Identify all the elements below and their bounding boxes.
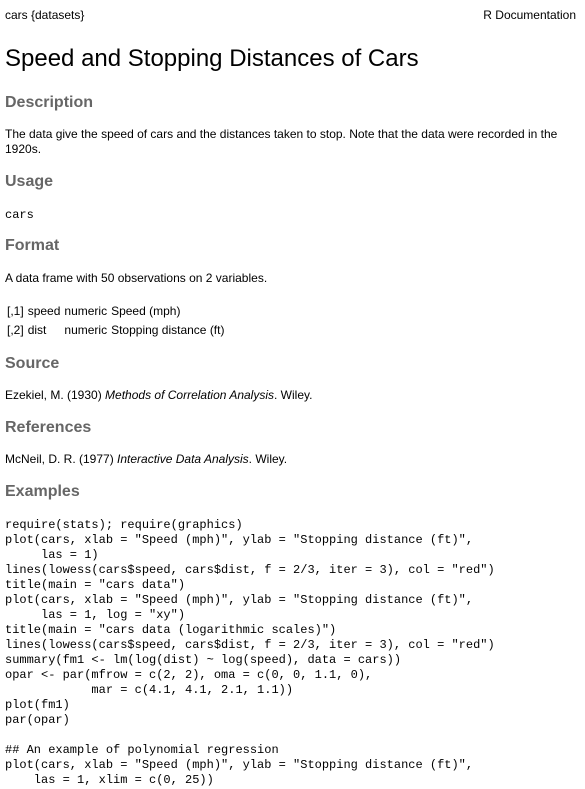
- format-row-desc: Speed (mph): [111, 303, 181, 318]
- format-row-index: [,1]: [7, 303, 24, 318]
- format-table: [,1] speed numeric Speed (mph) [,2] dist…: [5, 301, 226, 339]
- format-row-type: numeric: [64, 322, 108, 337]
- format-text: A data frame with 50 observations on 2 v…: [5, 271, 268, 285]
- format-row-index: [,2]: [7, 322, 24, 337]
- source-suffix: . Wiley.: [274, 388, 313, 402]
- package-label: cars {datasets}: [5, 8, 85, 22]
- source-heading: Source: [5, 355, 60, 372]
- references-suffix: . Wiley.: [248, 452, 288, 466]
- page-title: Speed and Stopping Distances of Cars: [5, 45, 419, 72]
- description-text: The data give the speed of cars and the …: [5, 127, 558, 156]
- format-row: [,1] speed numeric Speed (mph): [5, 301, 226, 320]
- references-citation: McNeil, D. R. (1977) Interactive Data An…: [5, 452, 575, 467]
- references-title: Interactive Data Analysis: [117, 452, 249, 466]
- doc-header-bar: cars {datasets} R Documentation: [5, 8, 576, 26]
- examples-code: require(stats); require(graphics) plot(c…: [5, 518, 495, 787]
- format-row-type: numeric: [64, 303, 108, 318]
- references-heading: References: [5, 419, 92, 436]
- references-prefix: McNeil, D. R. (1977): [5, 452, 118, 466]
- format-row: [,2] dist numeric Stopping distance (ft): [5, 320, 226, 339]
- usage-code: cars: [5, 208, 34, 222]
- r-documentation-page: cars {datasets} R Documentation Speed an…: [0, 0, 585, 789]
- source-prefix: Ezekiel, M. (1930): [5, 388, 106, 402]
- examples-heading: Examples: [5, 483, 80, 500]
- format-row-desc: Stopping distance (ft): [111, 322, 225, 337]
- source-citation: Ezekiel, M. (1930) Methods of Correlatio…: [5, 388, 575, 403]
- doc-type-label: R Documentation: [483, 8, 576, 22]
- format-row-name: dist: [27, 322, 47, 337]
- usage-heading: Usage: [5, 173, 54, 190]
- description-heading: Description: [5, 94, 94, 111]
- format-row-name: speed: [27, 303, 61, 318]
- source-title: Methods of Correlation Analysis: [105, 388, 275, 402]
- format-heading: Format: [5, 237, 60, 254]
